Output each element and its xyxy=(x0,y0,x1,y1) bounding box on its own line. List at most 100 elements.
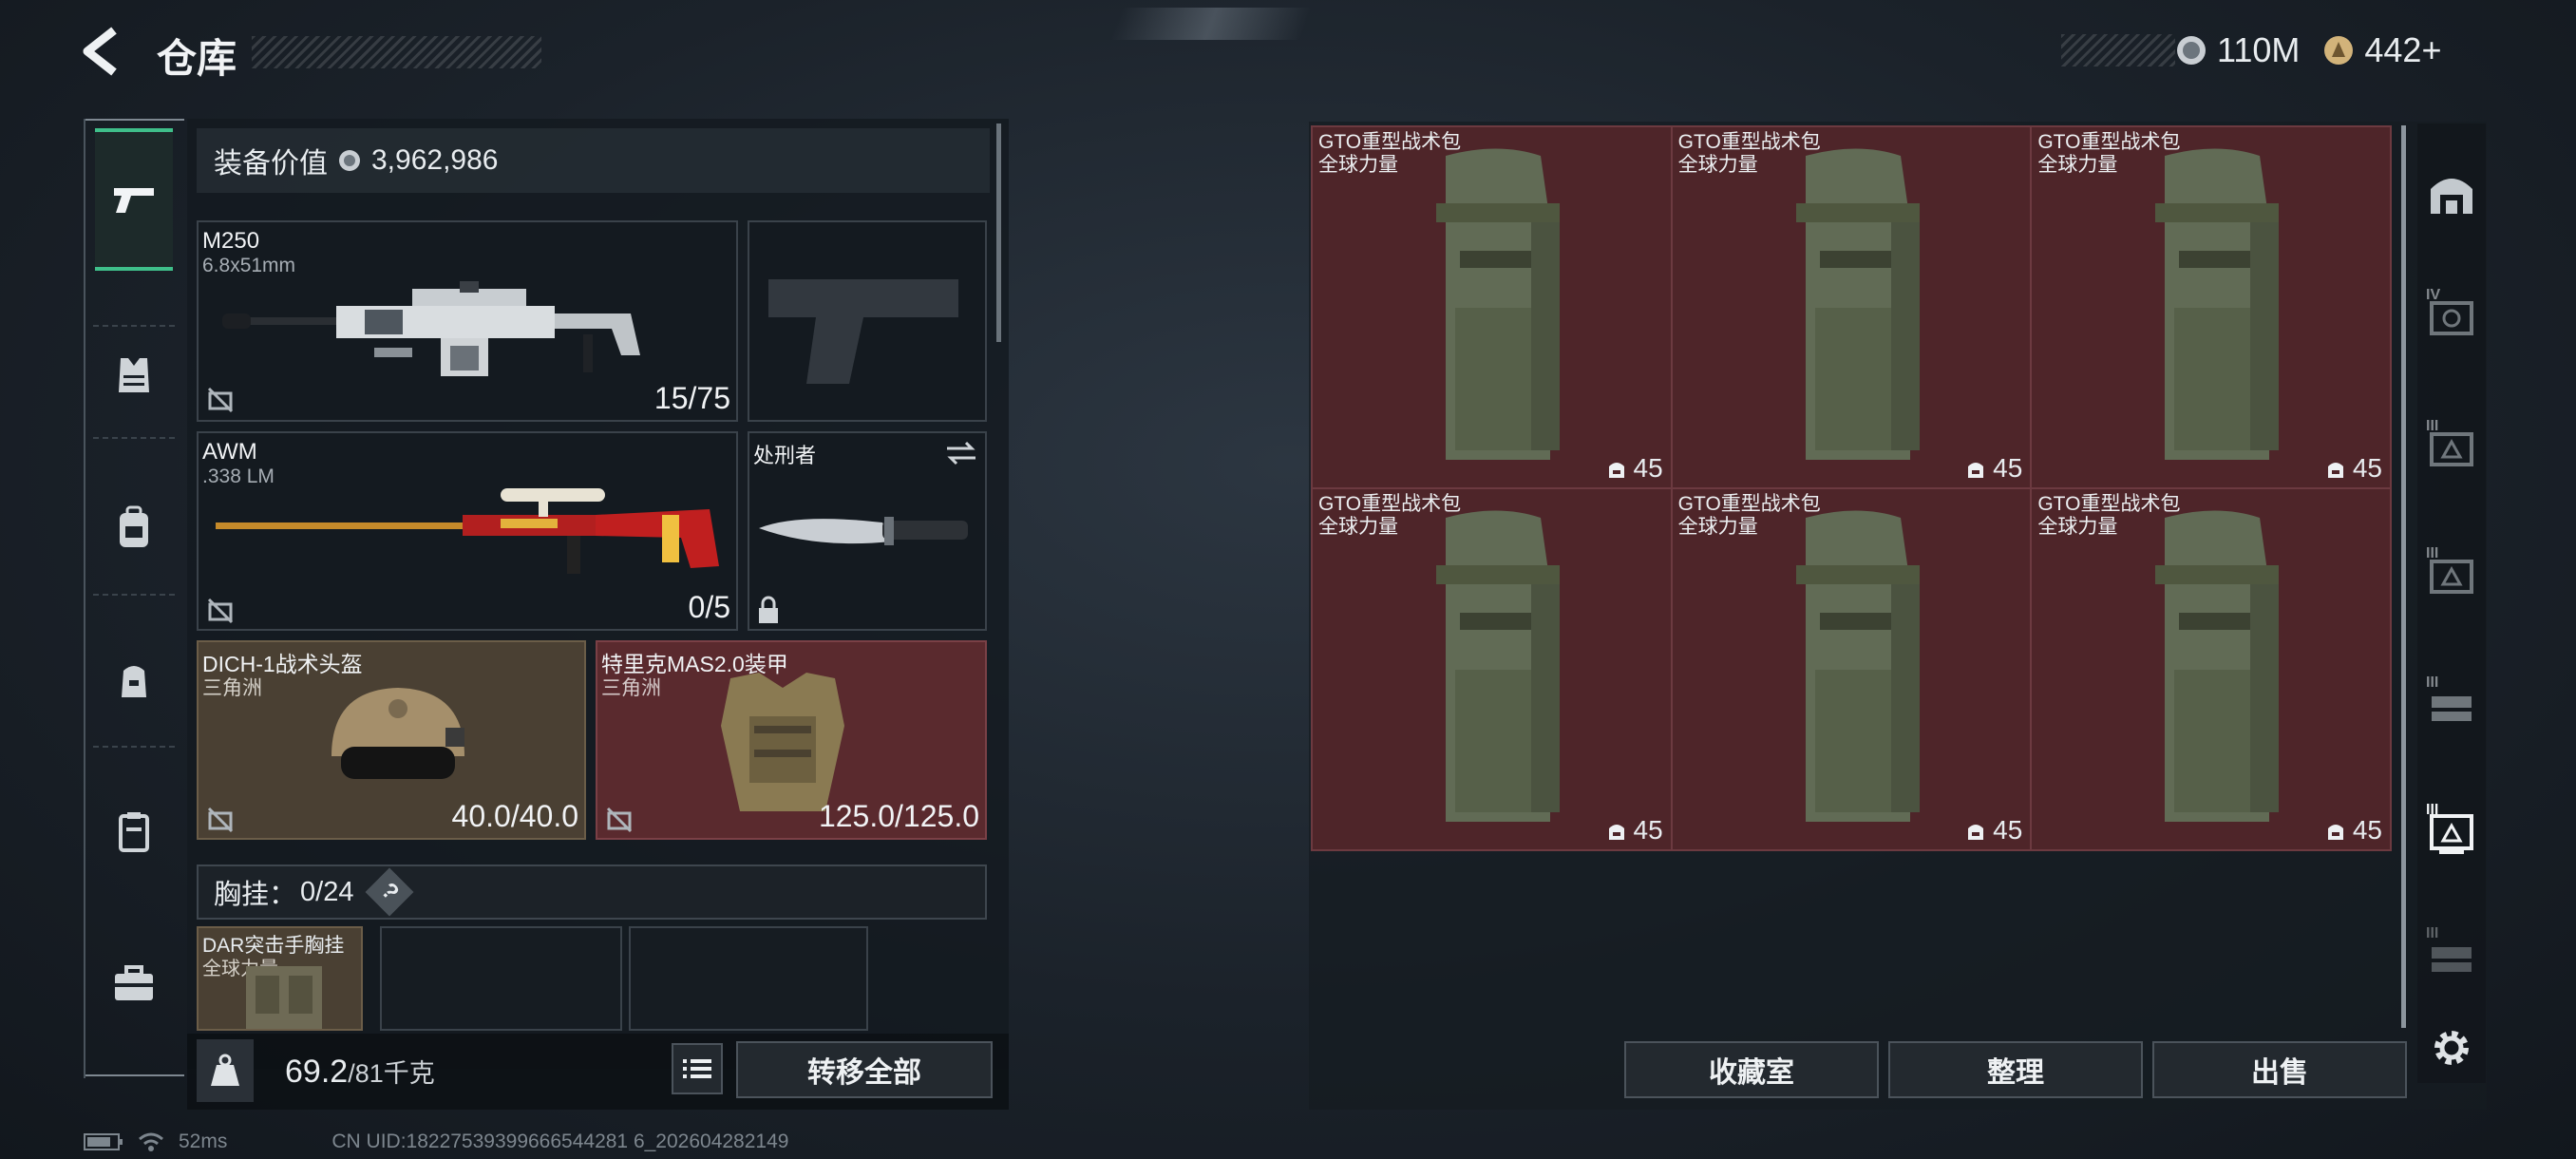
uid-text: CN UID:18227539399666544281 6_2026042821… xyxy=(331,1130,789,1152)
capacity-icon xyxy=(1608,825,1624,840)
case-icon xyxy=(119,812,149,852)
battery-icon xyxy=(84,1133,123,1150)
sniper-weapon-slot[interactable]: AWM .338 LM 0/5 xyxy=(197,431,738,631)
swap-icon[interactable] xyxy=(945,439,977,467)
back-arrow-icon xyxy=(83,27,117,76)
capacity-icon xyxy=(2327,463,2343,478)
weight-max: /81千克 xyxy=(348,1059,435,1088)
no-insure-icon xyxy=(207,598,234,624)
chest-rig-label: 胸挂： xyxy=(214,880,297,910)
backpack-count: 45 xyxy=(2352,815,2382,845)
capacity-icon xyxy=(2327,825,2343,840)
nav-bottom-border xyxy=(85,1074,184,1076)
backpack-faction: 全球力量 xyxy=(1318,516,1398,538)
vest-icon xyxy=(119,358,149,392)
pistol-icon xyxy=(114,188,154,213)
melee-slot[interactable]: 处刑者 xyxy=(748,431,987,631)
help-button[interactable]: ? xyxy=(366,867,414,917)
helmet-image xyxy=(331,688,464,779)
backpack-count: 45 xyxy=(2352,453,2382,483)
collection-room-button[interactable]: 收藏室 xyxy=(1624,1041,1879,1098)
backpack-count-badge: 45 xyxy=(1964,815,2022,846)
storage-page-tab[interactable]: III xyxy=(2420,922,2483,990)
nav-backpack-tab[interactable] xyxy=(95,461,173,594)
backpack-count-badge: 45 xyxy=(2324,815,2382,846)
equipment-scrollbar[interactable] xyxy=(996,124,1001,342)
weapon-name: AWM xyxy=(202,439,257,465)
storage-page-tab[interactable]: III xyxy=(2420,542,2483,610)
knife-image xyxy=(759,517,968,545)
nav-separator xyxy=(93,594,175,596)
equipment-value-amount: 3,962,986 xyxy=(371,144,499,176)
back-button[interactable] xyxy=(78,25,125,78)
ping-text: 52ms xyxy=(179,1130,228,1152)
chest-rig-capacity: 0/24 xyxy=(300,876,354,907)
backpack-item[interactable]: GTO重型战术包 全球力量 45 xyxy=(1672,489,2033,851)
chest-rig-empty-slot[interactable] xyxy=(380,926,622,1031)
silver-coin-icon xyxy=(339,150,360,171)
settings-button[interactable] xyxy=(2420,1016,2483,1079)
ammo-count: 15/75 xyxy=(653,381,730,415)
backpack-image xyxy=(1795,510,1920,822)
sell-button[interactable]: 出售 xyxy=(2152,1041,2407,1098)
equipment-value-bar: 装备价值 3,962,986 xyxy=(197,128,990,193)
nav-separator xyxy=(93,437,175,439)
backpack-count: 45 xyxy=(1633,815,1663,845)
status-bar: 52ms CN UID:18227539399666544281 6_20260… xyxy=(84,1129,788,1155)
backpack-faction: 全球力量 xyxy=(1677,516,1758,538)
backpack-faction: 全球力量 xyxy=(1318,154,1398,176)
chest-rig-image xyxy=(246,966,322,1029)
storage-home-tab[interactable] xyxy=(2420,158,2483,226)
nav-pouch-tab[interactable] xyxy=(95,613,173,746)
silver-coin-icon xyxy=(2177,36,2206,65)
nav-separator xyxy=(93,325,175,327)
nav-case-tab[interactable] xyxy=(95,765,173,898)
page-title: 仓库 xyxy=(157,36,237,81)
backpack-count: 45 xyxy=(1993,815,2023,845)
nav-toolbox-tab[interactable] xyxy=(95,917,173,1050)
currency-bar: 110M 442+ xyxy=(2175,28,2489,72)
nav-separator xyxy=(93,746,175,748)
storage-page-tab[interactable]: III xyxy=(2420,671,2483,739)
backpack-image xyxy=(2155,510,2280,822)
transfer-all-button[interactable]: 转移全部 xyxy=(736,1041,993,1098)
ammo-count: 0/5 xyxy=(688,590,730,624)
currency-gold-value[interactable]: 442+ xyxy=(2364,30,2441,70)
pistol-slot[interactable] xyxy=(748,220,987,422)
backpack-item[interactable]: GTO重型战术包 全球力量 45 xyxy=(2032,489,2392,851)
storage-grid: GTO重型战术包 全球力量 45 GTO重型战术包 全球力量 45 GTO重型战… xyxy=(1311,125,2392,851)
storage-page-tab[interactable]: III xyxy=(2420,414,2483,483)
storage-page-tab[interactable]: IV xyxy=(2420,283,2483,352)
storage-scrollbar[interactable] xyxy=(2401,125,2406,1028)
chest-rig-empty-slot[interactable] xyxy=(629,926,868,1031)
nav-armor-tab[interactable] xyxy=(95,309,173,442)
backpack-item[interactable]: GTO重型战术包 全球力量 45 xyxy=(1313,127,1673,489)
armor-durability: 125.0/125.0 xyxy=(818,799,979,833)
capacity-icon xyxy=(1608,463,1624,478)
backpack-faction: 全球力量 xyxy=(1677,154,1758,176)
ceiling-light xyxy=(1109,8,1313,40)
currency-decoration xyxy=(2061,34,2175,66)
storage-page-tab-active[interactable]: III xyxy=(2420,798,2483,866)
helmet-slot[interactable]: DICH-1战术头盔 三角洲 40.0/40.0 xyxy=(197,640,586,840)
wifi-icon xyxy=(139,1132,163,1151)
nav-weapons-tab[interactable] xyxy=(95,128,173,271)
nav-top-border xyxy=(85,119,184,121)
primary-weapon-slot[interactable]: M250 6.8x51mm 15/75 xyxy=(197,220,738,422)
list-view-button[interactable] xyxy=(672,1043,723,1094)
list-icon xyxy=(683,1059,711,1078)
equipment-value-label: 装备价值 xyxy=(214,148,328,180)
weight-icon xyxy=(211,1054,239,1086)
armor-faction: 三角洲 xyxy=(601,677,661,699)
armor-slot[interactable]: 特里克MAS2.0装甲 三角洲 125.0/125.0 xyxy=(596,640,987,840)
sort-button[interactable]: 整理 xyxy=(1888,1041,2143,1098)
melee-name: 处刑者 xyxy=(753,444,817,467)
backpack-item[interactable]: GTO重型战术包 全球力量 45 xyxy=(1313,489,1673,851)
tier-label: III xyxy=(2426,674,2439,691)
backpack-item[interactable]: GTO重型战术包 全球力量 45 xyxy=(1672,127,2033,489)
weight-value: 69.2 xyxy=(285,1054,349,1090)
backpack-item[interactable]: GTO重型战术包 全球力量 45 xyxy=(2032,127,2392,489)
backpack-count: 45 xyxy=(1993,453,2023,483)
chest-rig-slot[interactable]: DAR突击手胸挂 全球力量 xyxy=(197,926,363,1031)
backpack-image xyxy=(2155,148,2280,460)
